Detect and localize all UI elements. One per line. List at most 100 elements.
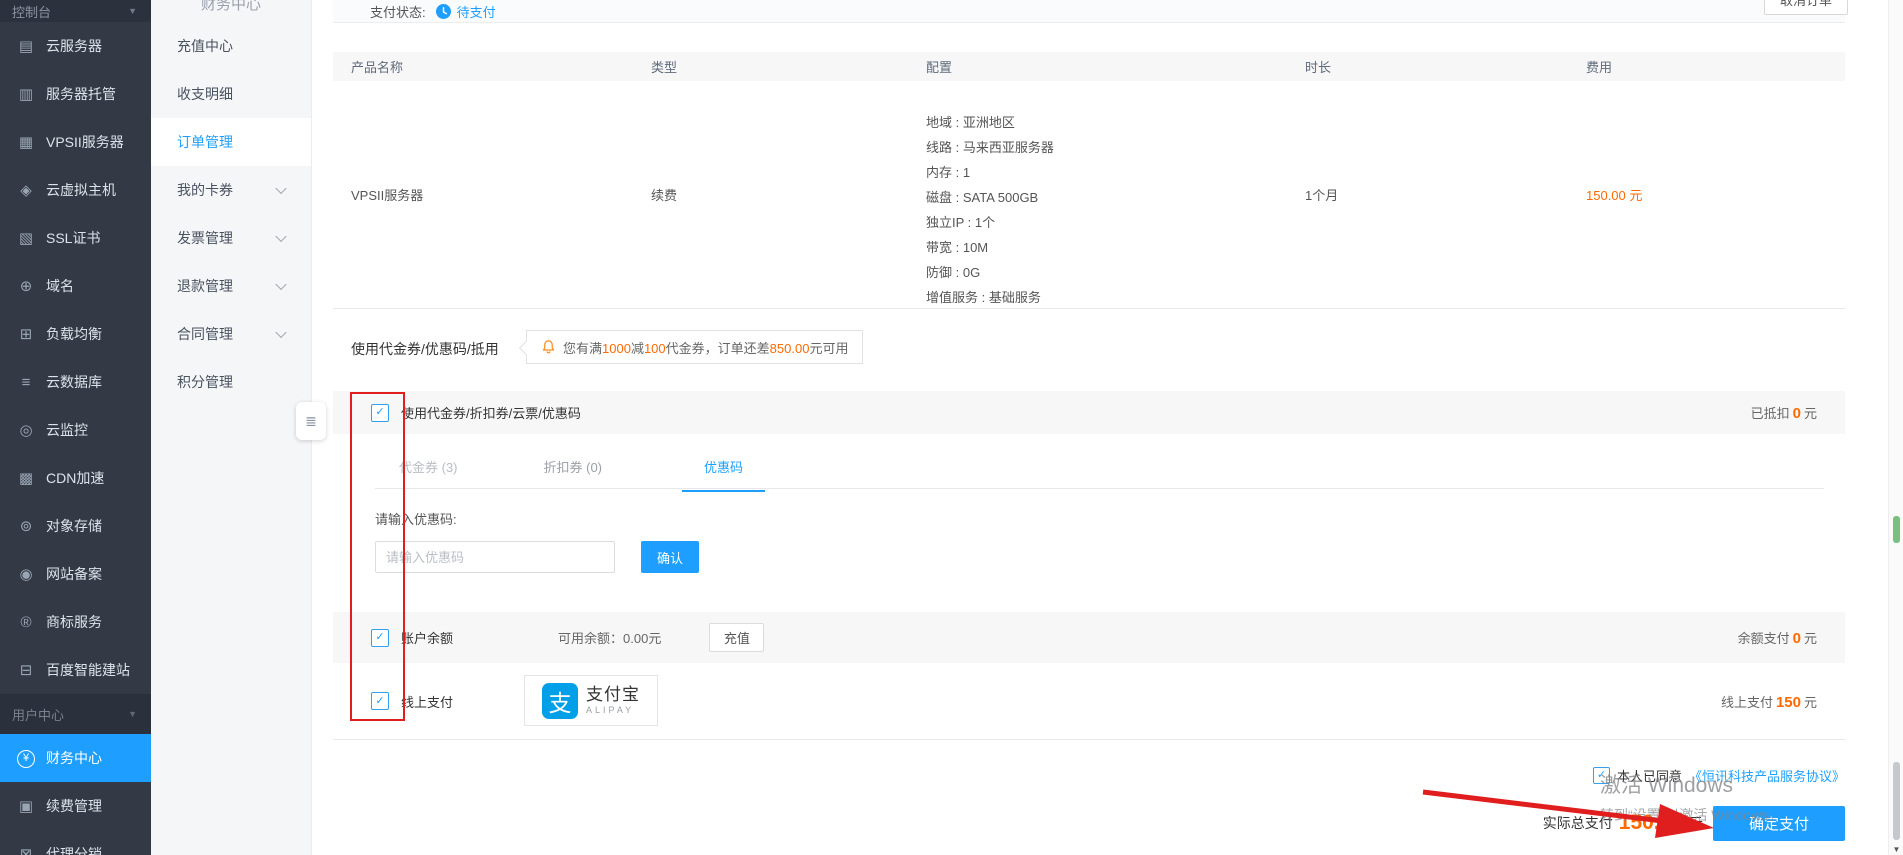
coupon-section-label: 使用代金券/优惠码/抵用 xyxy=(351,339,499,359)
cdn-icon: ▩ xyxy=(15,469,37,487)
sidebar-item-label: CDN加速 xyxy=(46,468,104,488)
vps-server-icon: ▦ xyxy=(15,133,37,151)
service-agreement-link[interactable]: 《恒讯科技产品服务协议》 xyxy=(1689,766,1845,785)
col-duration: 时长 xyxy=(1305,57,1586,76)
load-balancer-icon: ⊞ xyxy=(15,325,37,343)
monitor-icon: ◎ xyxy=(15,421,37,439)
config-line: 带宽 : 10M xyxy=(926,235,1305,260)
scrollbar-down-arrow[interactable]: ▼ xyxy=(1889,845,1903,854)
coupon-tabs: 代金券 (3) 折扣券 (0) 优惠码 xyxy=(375,452,1824,489)
chevron-down-icon: ▼ xyxy=(128,6,137,16)
agreement-row: 本人已同意 《恒讯科技产品服务协议》 xyxy=(1593,766,1845,785)
confirm-code-button[interactable]: 确认 xyxy=(641,541,699,573)
sidebar-item-cloud-monitor[interactable]: ◎云监控 xyxy=(0,406,151,454)
payment-status-label: 支付状态: xyxy=(370,2,426,21)
sidebar-item-order-management[interactable]: 订单管理 xyxy=(151,118,311,166)
sidebar-item-object-storage[interactable]: ⊚对象存储 xyxy=(0,502,151,550)
online-pay-label: 线上支付 xyxy=(401,692,453,711)
sidebar-item-website-filing[interactable]: ◉网站备案 xyxy=(0,550,151,598)
sidebar-item-vpsii-server[interactable]: ▦VPSII服务器 xyxy=(0,118,151,166)
sidebar-section-user-center[interactable]: 用户中心 ▼ xyxy=(0,694,151,734)
total-unit: 元 xyxy=(1689,813,1703,833)
tab-voucher[interactable]: 代金券 (3) xyxy=(377,452,480,490)
alipay-option[interactable]: 支 支付宝 ALIPAY xyxy=(524,675,658,726)
sidebar-item-label: 商标服务 xyxy=(46,612,102,632)
bell-icon xyxy=(541,339,556,355)
agreement-checkbox[interactable] xyxy=(1593,767,1610,784)
order-fee: 150.00 元 xyxy=(1586,185,1845,204)
sidebar-item-cdn[interactable]: ▩ CDN加速 xyxy=(0,454,151,502)
sidebar-item-label: SSL证书 xyxy=(46,228,100,248)
tab-promo-code[interactable]: 优惠码 xyxy=(682,452,765,492)
sidebar-item-label: 代理分销 xyxy=(46,844,102,855)
order-payment-page: 控制台 ▼ ▤云服务器 ▥ 服务器托管 ▦VPSII服务器 ◈云虚拟主机 ▧SSL… xyxy=(0,0,1903,855)
sidebar-item-baidu-site-builder[interactable]: ⊟ 百度智能建站 xyxy=(0,646,151,694)
sidebar-section-console[interactable]: 控制台 ▼ xyxy=(0,0,151,22)
page-scrollbar[interactable]: ▼ xyxy=(1888,0,1903,855)
secondary-sidebar-list: 充值中心 收支明细 订单管理 我的卡券 发票管理 退款管理 合同管理 积分管理 xyxy=(151,22,311,406)
sidebar-item-cloud-database[interactable]: ≡云数据库 xyxy=(0,358,151,406)
sidebar-item-trademark[interactable]: ®商标服务 xyxy=(0,598,151,646)
sidebar-item-cloud-server[interactable]: ▤云服务器 xyxy=(0,22,151,70)
sidebar-item-domain[interactable]: ⊕域名 xyxy=(0,262,151,310)
chevron-down-icon xyxy=(275,279,286,290)
item-label: 收支明细 xyxy=(177,84,233,104)
sidebar-item-server-hosting[interactable]: ▥ 服务器托管 xyxy=(0,70,151,118)
scrollbar-thumb[interactable] xyxy=(1893,762,1900,840)
item-label: 退款管理 xyxy=(177,276,233,296)
sidebar-item-finance-center[interactable]: ¥财务中心 xyxy=(0,734,151,782)
server-hosting-icon: ▥ xyxy=(15,85,37,103)
agreement-text: 本人已同意 xyxy=(1617,766,1682,785)
balance-checkbox[interactable] xyxy=(371,629,389,647)
chevron-down-icon xyxy=(275,231,286,242)
use-coupon-checkbox[interactable] xyxy=(371,404,389,422)
sidebar-item-label: 服务器托管 xyxy=(46,84,116,104)
order-table-header: 产品名称 类型 配置 时长 费用 xyxy=(333,52,1845,81)
sidebar-item-contract-management[interactable]: 合同管理 xyxy=(151,310,311,358)
alipay-wordmark: 支付宝 ALIPAY xyxy=(586,686,640,715)
sidebar-item-agent-distribution[interactable]: ⊠代理分销 xyxy=(0,830,151,855)
promo-code-input[interactable] xyxy=(375,541,615,573)
sidebar-collapse-handle[interactable]: ≣ xyxy=(296,402,326,440)
sidebar-item-income-expense[interactable]: 收支明细 xyxy=(151,70,311,118)
sidebar-item-invoice-management[interactable]: 发票管理 xyxy=(151,214,311,262)
balance-pay-amount: 余额支付0元 xyxy=(1738,628,1845,647)
chevron-down-icon xyxy=(275,183,286,194)
sidebar-item-refund-management[interactable]: 退款管理 xyxy=(151,262,311,310)
tab-discount-coupon[interactable]: 折扣券 (0) xyxy=(522,452,625,490)
secondary-sidebar-title: 财务中心 xyxy=(151,0,311,14)
order-table-row: VPSII服务器 续费 地域 : 亚洲地区 线路 : 马来西亚服务器 内存 : … xyxy=(333,81,1845,309)
config-line: 增值服务 : 基础服务 xyxy=(926,285,1305,310)
order-duration: 1个月 xyxy=(1305,185,1586,204)
site-builder-icon: ⊟ xyxy=(15,661,37,679)
database-icon: ≡ xyxy=(15,374,37,391)
online-pay-checkbox[interactable] xyxy=(371,692,389,710)
coupon-notice-text: 您有满1000减100代金券，订单还差850.00元可用 xyxy=(563,338,848,357)
sidebar-item-points-management[interactable]: 积分管理 xyxy=(151,358,311,406)
console-label: 控制台 xyxy=(12,2,51,21)
sidebar-item-ssl-cert[interactable]: ▧SSL证书 xyxy=(0,214,151,262)
sidebar-item-renewal[interactable]: ▣续费管理 xyxy=(0,782,151,830)
total-payment: 实际总支付 150.00 元 xyxy=(1543,806,1703,840)
use-coupon-label: 使用代金券/折扣券/云票/优惠码 xyxy=(401,403,581,422)
sidebar-item-label: 对象存储 xyxy=(46,516,102,536)
sidebar-item-load-balancer[interactable]: ⊞ 负载均衡 xyxy=(0,310,151,358)
sidebar-item-recharge-center[interactable]: 充值中心 xyxy=(151,22,311,70)
item-label: 合同管理 xyxy=(177,324,233,344)
sidebar-item-label: 百度智能建站 xyxy=(46,660,130,680)
sidebar-item-cloud-virtual-host[interactable]: ◈云虚拟主机 xyxy=(0,166,151,214)
user-center-label: 用户中心 xyxy=(12,705,64,724)
confirm-pay-button[interactable]: 确定支付 xyxy=(1713,806,1845,841)
renewal-icon: ▣ xyxy=(15,797,37,815)
item-label: 发票管理 xyxy=(177,228,233,248)
payment-status-bar: 支付状态: 待支付 取消订单 xyxy=(333,0,1845,23)
alipay-logo-icon: 支 xyxy=(542,683,578,719)
item-label: 我的卡券 xyxy=(177,180,233,200)
config-line: 磁盘 : SATA 500GB xyxy=(926,185,1305,210)
sidebar-item-my-coupons[interactable]: 我的卡券 xyxy=(151,166,311,214)
chevron-down-icon: ▼ xyxy=(128,709,137,719)
item-label: 订单管理 xyxy=(177,132,233,152)
cancel-order-button[interactable]: 取消订单 xyxy=(1764,0,1848,15)
recharge-button[interactable]: 充值 xyxy=(709,623,764,652)
sidebar-item-label: 负载均衡 xyxy=(46,324,102,344)
